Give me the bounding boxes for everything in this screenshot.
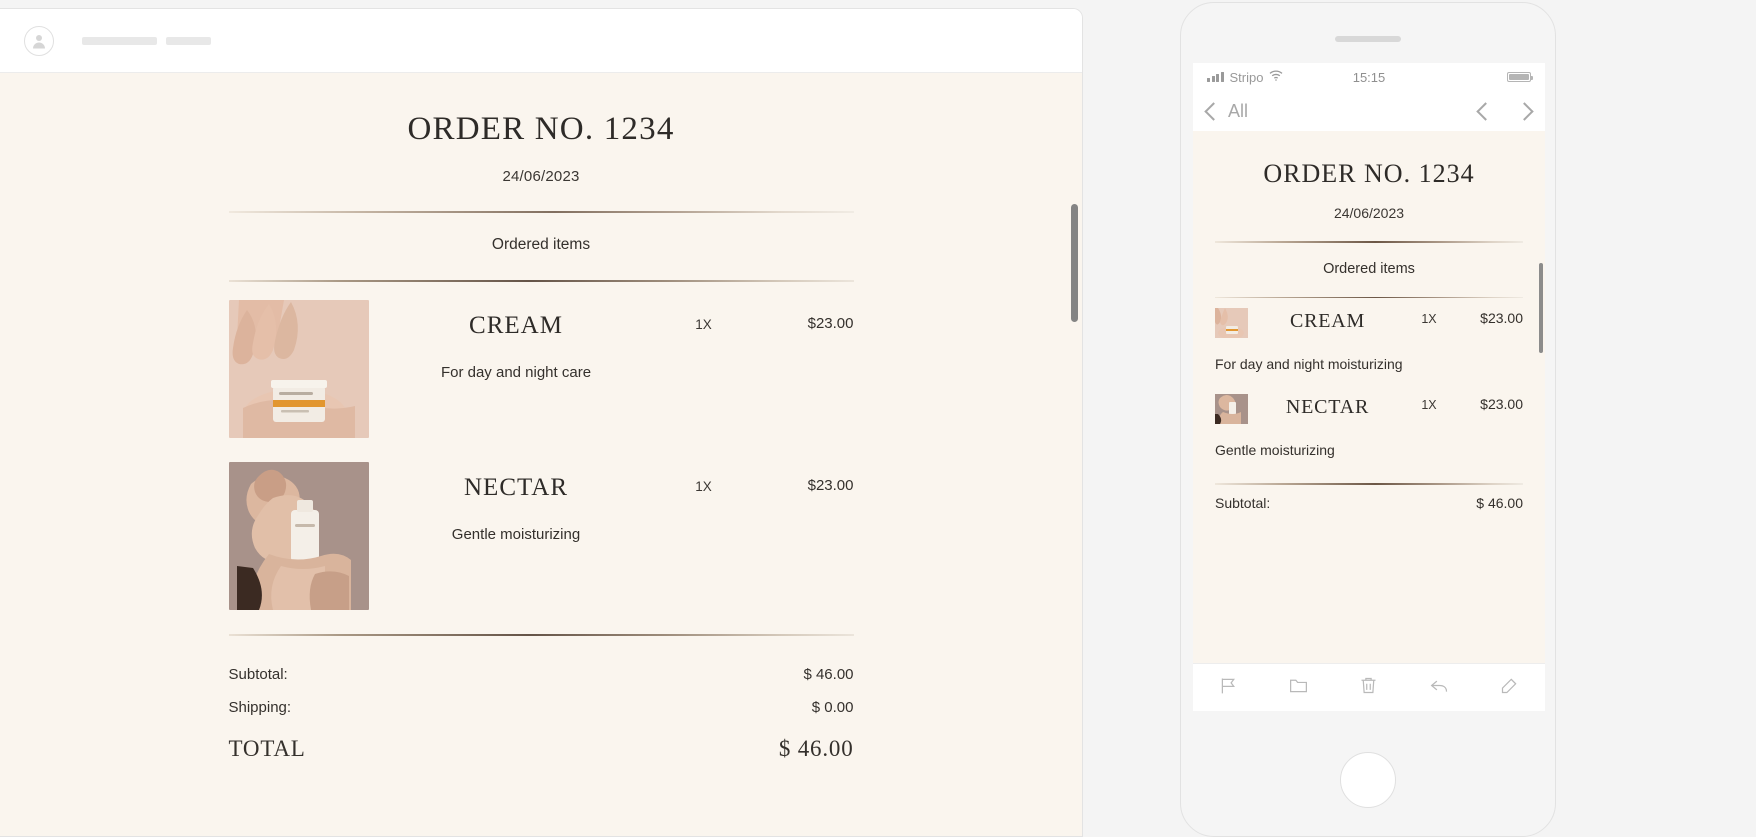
mobile-product-quantity: 1X xyxy=(1421,312,1437,326)
product-image-cream xyxy=(228,299,369,438)
product-name: CREAM xyxy=(469,311,563,339)
divider-top xyxy=(228,210,854,213)
divider-totals xyxy=(228,633,854,636)
mobile-product-name: CREAM xyxy=(1289,310,1366,332)
subtotal-label: Subtotal: xyxy=(228,665,288,683)
mobile-subtotal-row: Subtotal: $ 46.00 xyxy=(1215,485,1523,511)
back-to-all-button[interactable]: All xyxy=(1204,100,1249,122)
ordered-items-label: Ordered items xyxy=(491,235,591,253)
status-time: 15:15 xyxy=(1352,69,1386,85)
mobile-product-quantity: 1X xyxy=(1421,397,1437,412)
mobile-scrollbar-thumb[interactable] xyxy=(1539,263,1543,353)
grand-total-row: TOTAL $ 46.00 xyxy=(229,724,854,770)
next-message-button[interactable] xyxy=(1515,101,1534,121)
carrier-label: Stripo xyxy=(1229,69,1264,85)
product-image-nectar xyxy=(228,461,369,610)
shipping-label: Shipping: xyxy=(228,698,292,716)
totals-section: Subtotal: $ 46.00 Shipping: $ 0.00 TOTAL… xyxy=(229,636,854,770)
mobile-order-date: 24/06/2023 xyxy=(1333,205,1405,221)
sender-name-placeholder xyxy=(82,36,157,45)
mail-client-header xyxy=(0,9,1082,73)
preview-stage: ORDER NO. 1234 24/06/2023 Ordered items xyxy=(0,0,1756,837)
mobile-ordered-items-label: Ordered items xyxy=(1323,260,1415,277)
mobile-screen: Stripo 15:15 All ORDER NO. 1234 24/06/20… xyxy=(1193,63,1545,663)
mobile-product-image-nectar xyxy=(1215,393,1248,424)
mobile-product-description: For day and night moisturizing xyxy=(1215,356,1403,372)
battery-icon xyxy=(1507,72,1533,82)
phone-speaker xyxy=(1335,36,1401,42)
mobile-product-image-cream xyxy=(1215,308,1248,338)
desktop-preview-panel: ORDER NO. 1234 24/06/2023 Ordered items xyxy=(0,8,1083,837)
mobile-subtotal-label: Subtotal: xyxy=(1215,494,1271,511)
mobile-divider-top xyxy=(1215,241,1523,243)
mobile-nav-bar: All xyxy=(1193,91,1545,131)
mobile-product-price: $23.00 xyxy=(1480,395,1523,412)
list-item: NECTAR 1X $23.00 xyxy=(1215,376,1523,424)
grand-total-value: $ 46.00 xyxy=(778,735,854,761)
flag-icon[interactable] xyxy=(1218,675,1239,701)
chevron-left-icon xyxy=(1204,101,1223,121)
user-avatar-icon xyxy=(24,25,54,56)
scrollbar-track[interactable] xyxy=(1071,79,1078,819)
product-quantity: 1X xyxy=(695,316,712,332)
order-date: 24/06/2023 xyxy=(502,167,580,185)
signal-bars-icon xyxy=(1207,72,1224,82)
back-label: All xyxy=(1228,100,1249,121)
list-item: CREAM 1X $23.00 xyxy=(1215,298,1523,338)
sender-meta-placeholder xyxy=(166,36,211,45)
grand-total-label: TOTAL xyxy=(228,735,306,761)
shipping-row: Shipping: $ 0.00 xyxy=(229,691,854,724)
mobile-product-name: NECTAR xyxy=(1285,395,1370,418)
product-price: $23.00 xyxy=(807,314,854,332)
page-title: ORDER NO. 1234 xyxy=(407,111,675,147)
mobile-action-toolbar xyxy=(1193,663,1545,711)
scrollbar-thumb[interactable] xyxy=(1071,204,1078,322)
product-name: NECTAR xyxy=(464,473,568,501)
wifi-icon xyxy=(1269,70,1283,84)
trash-icon[interactable] xyxy=(1358,675,1379,701)
mobile-page-title: ORDER NO. 1234 xyxy=(1263,159,1475,188)
reply-icon[interactable] xyxy=(1429,675,1450,701)
product-price: $23.00 xyxy=(807,476,854,494)
table-row: NECTAR Gentle moisturizing 1X $23.00 xyxy=(228,438,854,610)
compose-icon[interactable] xyxy=(1499,675,1520,701)
mobile-preview-panel: Stripo 15:15 All ORDER NO. 1234 24/06/20… xyxy=(1180,2,1556,837)
product-description: For day and night care xyxy=(440,363,592,381)
divider-items xyxy=(228,279,854,282)
table-row: CREAM For day and night care 1X $23.00 xyxy=(228,282,854,438)
subtotal-row: Subtotal: $ 46.00 xyxy=(229,658,854,691)
status-bar: Stripo 15:15 xyxy=(1193,63,1545,91)
subtotal-value: $ 46.00 xyxy=(803,665,854,683)
product-description: Gentle moisturizing xyxy=(451,525,581,543)
mobile-product-price: $23.00 xyxy=(1480,310,1523,326)
home-button[interactable] xyxy=(1340,752,1396,808)
mobile-product-description: Gentle moisturizing xyxy=(1215,441,1335,458)
product-quantity: 1X xyxy=(695,478,712,494)
shipping-value: $ 0.00 xyxy=(811,698,854,716)
email-body: ORDER NO. 1234 24/06/2023 Ordered items xyxy=(0,73,1082,836)
prev-message-button[interactable] xyxy=(1476,101,1495,121)
folder-icon[interactable] xyxy=(1288,675,1309,701)
mobile-subtotal-value: $ 46.00 xyxy=(1476,494,1523,511)
mobile-email-body: ORDER NO. 1234 24/06/2023 Ordered items xyxy=(1193,131,1545,663)
